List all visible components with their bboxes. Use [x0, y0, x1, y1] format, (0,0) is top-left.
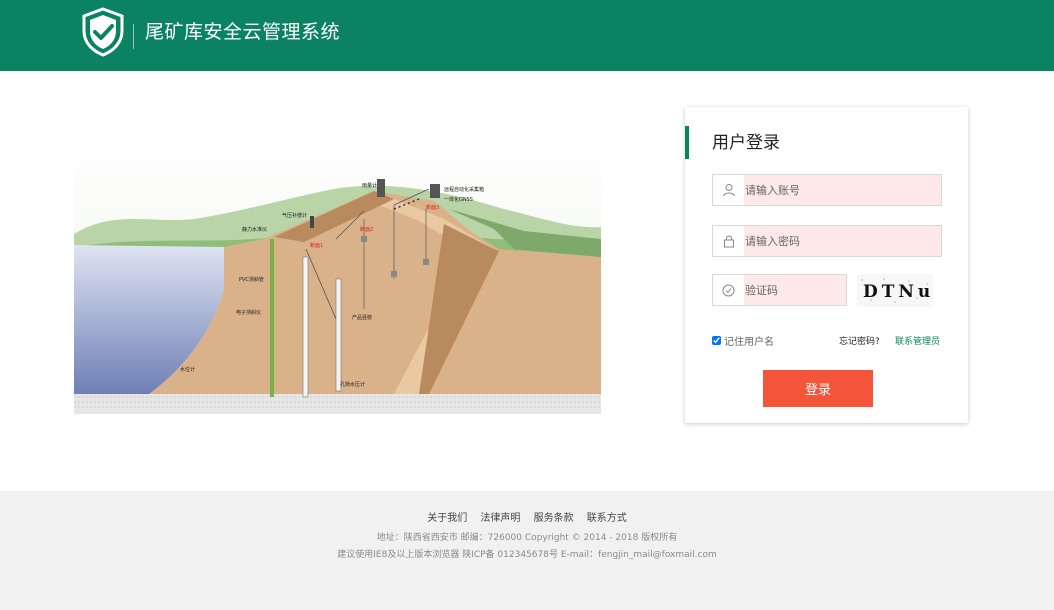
login-title: 用户登录 [712, 133, 780, 153]
password-input[interactable] [744, 226, 925, 256]
title-accent-bar [685, 126, 689, 159]
remember-label: 记住用户名 [724, 337, 774, 348]
label-remote-station: 远程自动化采集箱 [444, 186, 484, 193]
account-field [712, 174, 942, 206]
forgot-password-link[interactable]: 忘记密码? [839, 334, 880, 347]
label-pvc-pipe: PVC测斜管 [239, 276, 264, 283]
label-piezometer: 孔隙水压计 [340, 381, 365, 388]
login-card: 用户登录 DTNu 记住用户名 忘记密码? 联系管理员 登录 [685, 107, 968, 423]
label-static-level: 静力水准仪 [242, 226, 267, 233]
footer-link-terms[interactable]: 服务条款 [534, 513, 574, 524]
label-section1: 断面1 [310, 242, 323, 249]
contact-admin-link[interactable]: 联系管理员 [895, 334, 940, 347]
label-section3: 断面3 [426, 204, 439, 211]
remember-checkbox[interactable] [712, 336, 721, 345]
label-water-level: 水位计 [180, 366, 195, 373]
shield-check-icon [82, 7, 124, 57]
captcha-input[interactable] [744, 275, 840, 305]
password-field [712, 225, 942, 257]
dam-monitoring-illustration: 雨量计 远程自动化采集箱 一体化GNSS 气压补偿计 静力水准仪 PVC测斜管 … [74, 139, 601, 414]
remember-username[interactable]: 记住用户名 [712, 333, 774, 348]
footer-address: 地址：陕西省西安市 邮编：726000 Copyright © 2014 - 2… [376, 533, 678, 543]
footer-links: 关于我们 法律声明 服务条款 联系方式 [0, 509, 1054, 524]
footer-link-about[interactable]: 关于我们 [427, 513, 467, 524]
app-title: 尾矿库安全云管理系统 [145, 21, 341, 43]
login-button[interactable]: 登录 [763, 370, 873, 407]
logo-divider [133, 24, 134, 49]
label-electronic-inclinometer: 电子测斜仪 [236, 309, 261, 316]
user-icon [713, 175, 744, 205]
label-crack-meter: 产品竖桡 [352, 314, 372, 321]
label-gnss: 一体化GNSS [444, 196, 473, 203]
captcha-shield-icon [713, 275, 744, 305]
header-bar: 尾矿库安全云管理系统 [0, 0, 1054, 71]
label-section2: 断面2 [360, 226, 373, 233]
footer-link-legal[interactable]: 法律声明 [480, 513, 520, 524]
lock-icon [713, 226, 744, 256]
captcha-field [712, 274, 847, 306]
footer-link-contact[interactable]: 联系方式 [587, 513, 627, 524]
label-pressure-gauge: 气压补偿计 [282, 212, 307, 219]
label-rain-gauge: 雨量计 [362, 182, 377, 189]
footer: 关于我们 法律声明 服务条款 联系方式 地址：陕西省西安市 邮编：726000 … [0, 491, 1054, 610]
footer-browser-note: 建议使用IE8及以上版本浏览器 陕ICP备 012345678号 E-mail：… [337, 550, 717, 560]
captcha-image[interactable]: DTNu [857, 274, 933, 307]
captcha-text: DTNu [863, 282, 933, 302]
account-input[interactable] [744, 175, 925, 205]
